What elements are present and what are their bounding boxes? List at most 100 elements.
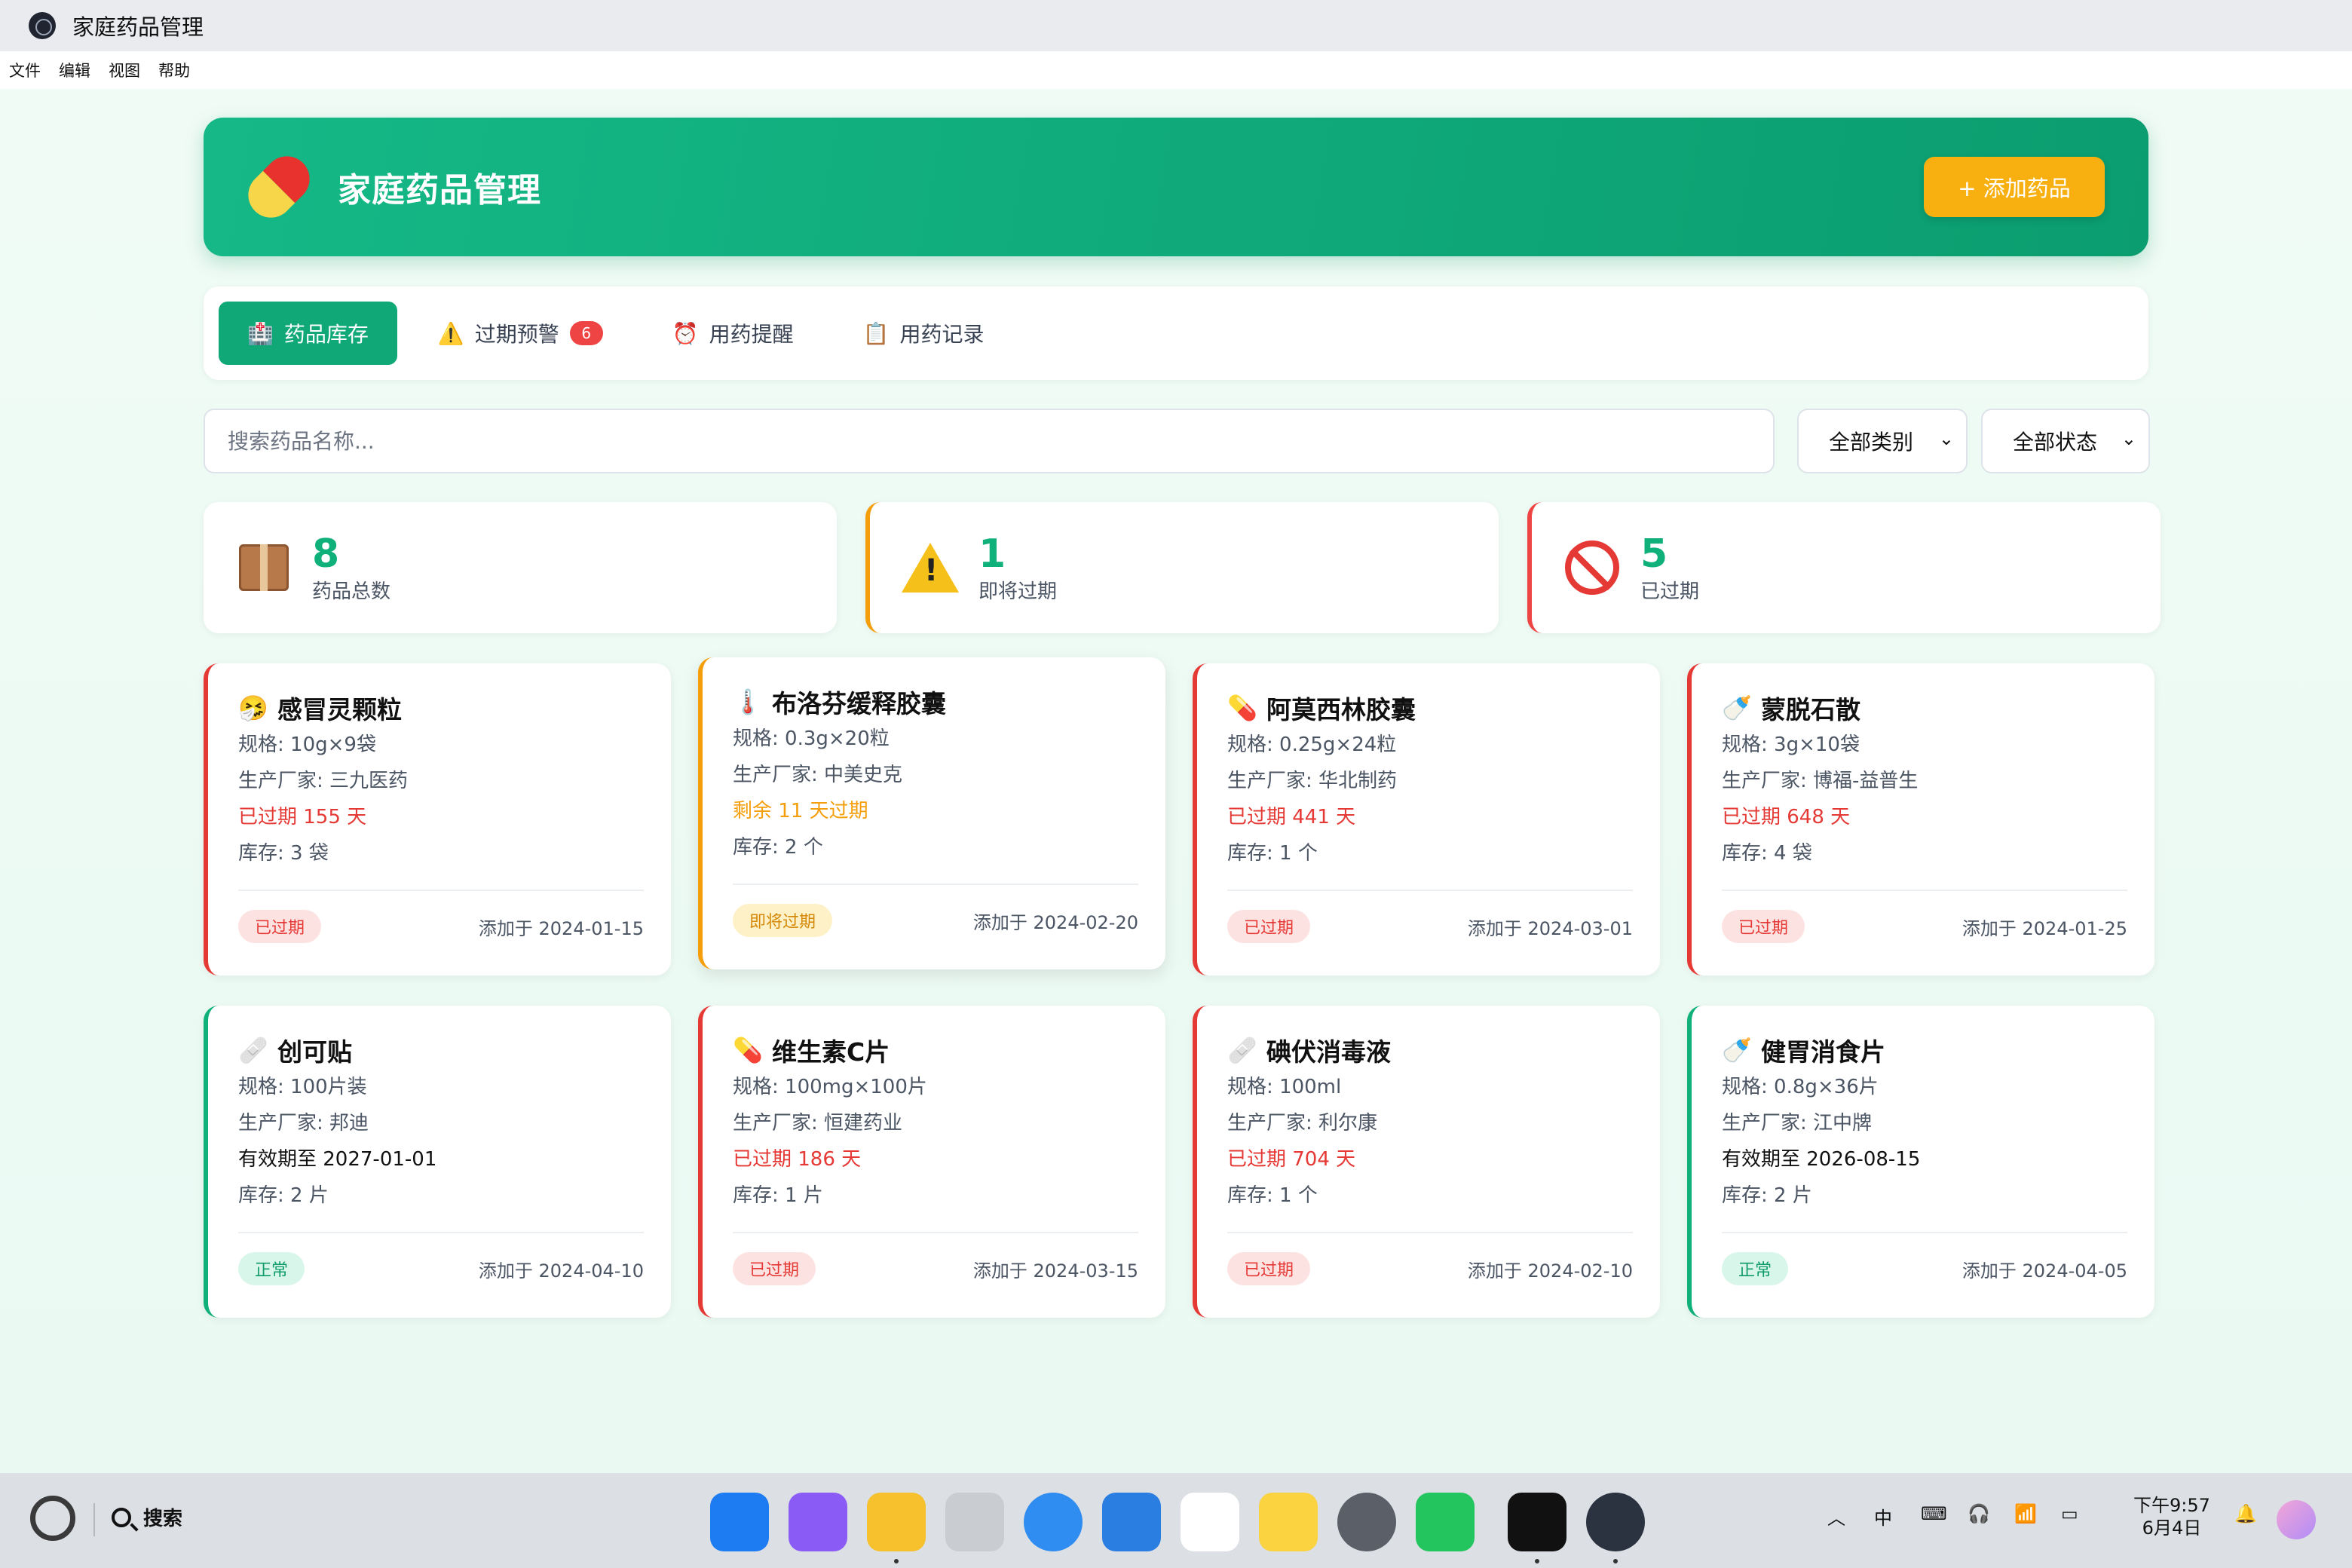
clock-date: 6月4日 bbox=[2142, 1517, 2202, 1539]
stat-value: 8 bbox=[312, 531, 340, 577]
hospital-icon: 🏥 bbox=[247, 320, 274, 346]
chevron-down-icon: ⌄ bbox=[2121, 428, 2136, 449]
added-date: 添加于 2024-02-20 bbox=[972, 911, 1138, 933]
menu-help[interactable]: 帮助 bbox=[158, 59, 190, 81]
settings-icon[interactable] bbox=[1337, 1493, 1396, 1551]
medicine-maker: 生产厂家: 三九医药 bbox=[238, 770, 409, 792]
wechat-icon[interactable] bbox=[1416, 1493, 1475, 1551]
folder-icon[interactable] bbox=[867, 1493, 926, 1551]
trash-icon[interactable] bbox=[945, 1493, 1004, 1551]
status-filter[interactable]: 全部状态 ⌄ bbox=[1981, 409, 2150, 473]
medicine-card[interactable]: 🍼 蒙脱石散 规格: 3g×10袋 生产厂家: 博福-益普生 已过期 648 天 … bbox=[1687, 663, 2154, 975]
medicine-stock: 库存: 3 袋 bbox=[238, 842, 329, 865]
tab-inventory[interactable]: 🏥 药品库存 bbox=[219, 302, 397, 365]
stat-value: 5 bbox=[1640, 531, 1668, 577]
medicine-card[interactable]: 🩹 碘伏消毒液 规格: 100ml 生产厂家: 利尔康 已过期 704 天 库存:… bbox=[1193, 1006, 1660, 1318]
page-title: 家庭药品管理 bbox=[338, 171, 541, 210]
tab-label: 用药记录 bbox=[899, 322, 985, 347]
ime-indicator[interactable]: 中 bbox=[1874, 1503, 1892, 1530]
battery-icon[interactable]: ▭ bbox=[2061, 1503, 2078, 1524]
medicine-name: 碘伏消毒液 bbox=[1266, 1037, 1391, 1067]
taskbar: 搜索 ︿ 中 ⌨ 🎧 📶 ▭ 下午9:57 6月4日 🔔 bbox=[0, 1473, 2352, 1568]
menu-edit[interactable]: 编辑 bbox=[59, 59, 90, 81]
divider bbox=[93, 1503, 95, 1536]
medicine-card[interactable]: 💊 阿莫西林胶囊 规格: 0.25g×24粒 生产厂家: 华北制药 已过期 441… bbox=[1193, 663, 1660, 975]
tab-reminder[interactable]: ⏰ 用药提醒 bbox=[644, 302, 822, 365]
stat-total: 8 药品总数 bbox=[204, 502, 837, 633]
tab-label: 用药提醒 bbox=[709, 322, 794, 347]
baby-bottle-icon: 🍼 bbox=[1722, 694, 1752, 722]
add-medicine-button[interactable]: + 添加药品 bbox=[1924, 157, 2105, 217]
menu-view[interactable]: 视图 bbox=[109, 59, 140, 81]
app-grid-icon[interactable] bbox=[710, 1493, 769, 1551]
medicine-name: 维生素C片 bbox=[772, 1037, 890, 1067]
medicine-name: 感冒灵颗粒 bbox=[277, 695, 402, 724]
status-badge: 已过期 bbox=[1722, 910, 1805, 943]
bandage-icon: 🩹 bbox=[238, 1036, 268, 1064]
chevron-up-icon[interactable]: ︿ bbox=[1827, 1503, 1845, 1530]
category-filter-value: 全部类别 bbox=[1829, 430, 1914, 455]
medicine-name: 健胃消食片 bbox=[1761, 1037, 1885, 1067]
bandage-icon: 🩹 bbox=[1227, 1036, 1257, 1064]
status-badge: 正常 bbox=[238, 1252, 305, 1285]
medicine-card[interactable]: 🍼 健胃消食片 规格: 0.8g×36片 生产厂家: 江中牌 有效期至 2026-… bbox=[1687, 1006, 2154, 1318]
taskbar-search-label: 搜索 bbox=[143, 1508, 183, 1530]
medicine-spec: 规格: 100ml bbox=[1227, 1076, 1342, 1098]
medicine-name: 蒙脱石散 bbox=[1761, 695, 1860, 724]
medicine-card[interactable]: 🩹 创可贴 规格: 100片装 生产厂家: 邦迪 有效期至 2027-01-01 … bbox=[204, 1006, 671, 1318]
medicine-maker: 生产厂家: 博福-益普生 bbox=[1722, 770, 1919, 792]
added-date: 添加于 2024-04-10 bbox=[478, 1260, 644, 1282]
category-filter[interactable]: 全部类别 ⌄ bbox=[1797, 409, 1968, 473]
medicine-expiry: 有效期至 2027-01-01 bbox=[238, 1148, 437, 1171]
medicine-card[interactable]: 🌡️ 布洛芬缓释胶囊 规格: 0.3g×20粒 生产厂家: 中美史克 剩余 11 … bbox=[698, 657, 1165, 969]
stat-label: 已过期 bbox=[1640, 580, 1700, 603]
start-button[interactable] bbox=[30, 1496, 75, 1541]
wifi-icon[interactable]: 📶 bbox=[2014, 1503, 2037, 1524]
medicine-maker: 生产厂家: 恒建药业 bbox=[733, 1112, 903, 1135]
window-title-bar: 家庭药品管理 bbox=[0, 0, 2352, 51]
keyboard-icon[interactable]: ⌨ bbox=[1921, 1503, 1947, 1524]
divider bbox=[238, 1232, 644, 1233]
medicine-maker: 生产厂家: 利尔康 bbox=[1227, 1112, 1378, 1135]
notification-icon[interactable]: 🔔 bbox=[2234, 1503, 2257, 1524]
menu-bar: 文件 编辑 视图 帮助 bbox=[0, 51, 2352, 89]
pill-icon: 💊 bbox=[733, 1036, 763, 1064]
tab-bar: 🏥 药品库存 ⚠️ 过期预警 6 ⏰ 用药提醒 📋 用药记录 bbox=[204, 286, 2148, 380]
added-date: 添加于 2024-01-25 bbox=[1962, 917, 2127, 939]
stat-expired: 5 已过期 bbox=[1527, 502, 2161, 633]
status-badge: 已过期 bbox=[1227, 1252, 1311, 1285]
taskbar-search[interactable]: 搜索 bbox=[112, 1503, 182, 1531]
status-badge: 即将过期 bbox=[733, 904, 833, 937]
mail-icon[interactable] bbox=[1102, 1493, 1161, 1551]
notes-icon[interactable] bbox=[1259, 1493, 1318, 1551]
medicine-stock: 库存: 2 片 bbox=[238, 1184, 329, 1207]
status-filter-value: 全部状态 bbox=[2013, 430, 2098, 455]
clock[interactable]: 下午9:57 6月4日 bbox=[2133, 1494, 2210, 1539]
medicine-maker: 生产厂家: 华北制药 bbox=[1227, 770, 1398, 792]
app-icon[interactable] bbox=[1586, 1493, 1645, 1551]
medicine-card[interactable]: 🤧 感冒灵颗粒 规格: 10g×9袋 生产厂家: 三九医药 已过期 155 天 库… bbox=[204, 663, 671, 975]
medicine-name: 布洛芬缓释胶囊 bbox=[772, 689, 946, 718]
tab-records[interactable]: 📋 用药记录 bbox=[835, 302, 1013, 365]
clock-time: 下午9:57 bbox=[2133, 1495, 2210, 1516]
menu-file[interactable]: 文件 bbox=[9, 59, 41, 81]
stat-label: 药品总数 bbox=[312, 580, 391, 603]
headphones-icon[interactable]: 🎧 bbox=[1968, 1503, 1990, 1524]
search-input[interactable] bbox=[204, 409, 1775, 473]
photos-icon[interactable] bbox=[1181, 1493, 1239, 1551]
browser-icon[interactable] bbox=[1024, 1493, 1083, 1551]
added-date: 添加于 2024-03-01 bbox=[1467, 917, 1633, 939]
medicine-spec: 规格: 0.3g×20粒 bbox=[733, 727, 890, 750]
music-app-icon[interactable] bbox=[1508, 1493, 1566, 1551]
search-icon bbox=[112, 1507, 131, 1527]
medicine-card[interactable]: 💊 维生素C片 规格: 100mg×100片 生产厂家: 恒建药业 已过期 186… bbox=[698, 1006, 1165, 1318]
alarm-clock-icon: ⏰ bbox=[672, 320, 699, 346]
added-date: 添加于 2024-03-15 bbox=[972, 1260, 1138, 1282]
medicine-spec: 规格: 3g×10袋 bbox=[1722, 733, 1860, 756]
divider bbox=[1227, 890, 1633, 891]
tab-expiry-warning[interactable]: ⚠️ 过期预警 6 bbox=[409, 302, 632, 365]
avatar[interactable] bbox=[2277, 1500, 2316, 1539]
window-title: 家庭药品管理 bbox=[72, 14, 204, 40]
multitask-icon[interactable] bbox=[789, 1493, 847, 1551]
running-indicator bbox=[1535, 1559, 1539, 1563]
